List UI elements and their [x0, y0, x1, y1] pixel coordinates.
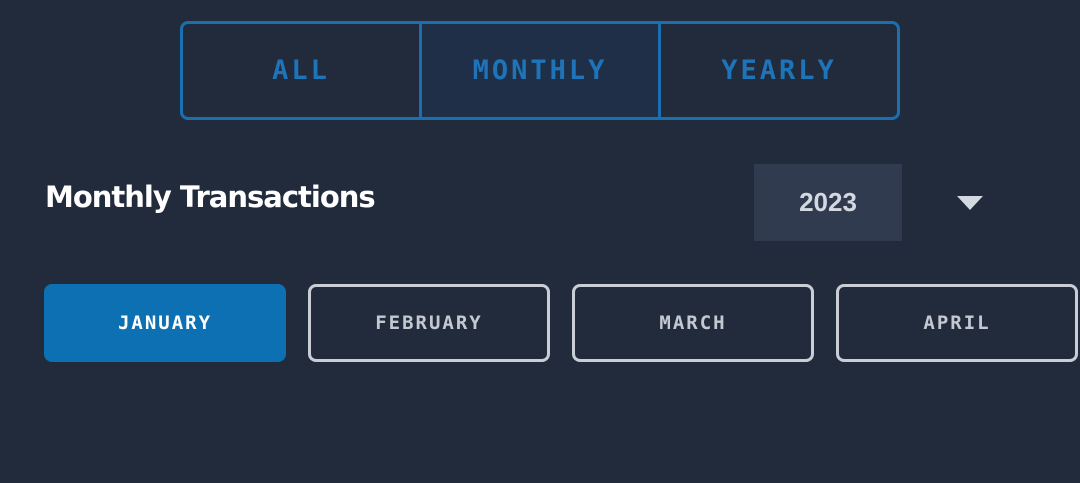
month-chip-march[interactable]: MARCH: [572, 284, 814, 362]
tab-all[interactable]: ALL: [183, 24, 419, 117]
tab-yearly[interactable]: YEARLY: [658, 24, 897, 117]
period-tab-group: ALL MONTHLY YEARLY: [180, 21, 900, 120]
month-chip-january[interactable]: JANUARY: [44, 284, 286, 362]
chevron-down-icon[interactable]: [955, 192, 985, 216]
month-chip-april[interactable]: APRIL: [836, 284, 1078, 362]
year-select[interactable]: 2023: [754, 164, 902, 241]
tab-monthly[interactable]: MONTHLY: [419, 24, 658, 117]
month-selector: JANUARY FEBRUARY MARCH APRIL: [44, 284, 1080, 362]
month-chip-february[interactable]: FEBRUARY: [308, 284, 550, 362]
page-title: Monthly Transactions: [45, 180, 376, 214]
